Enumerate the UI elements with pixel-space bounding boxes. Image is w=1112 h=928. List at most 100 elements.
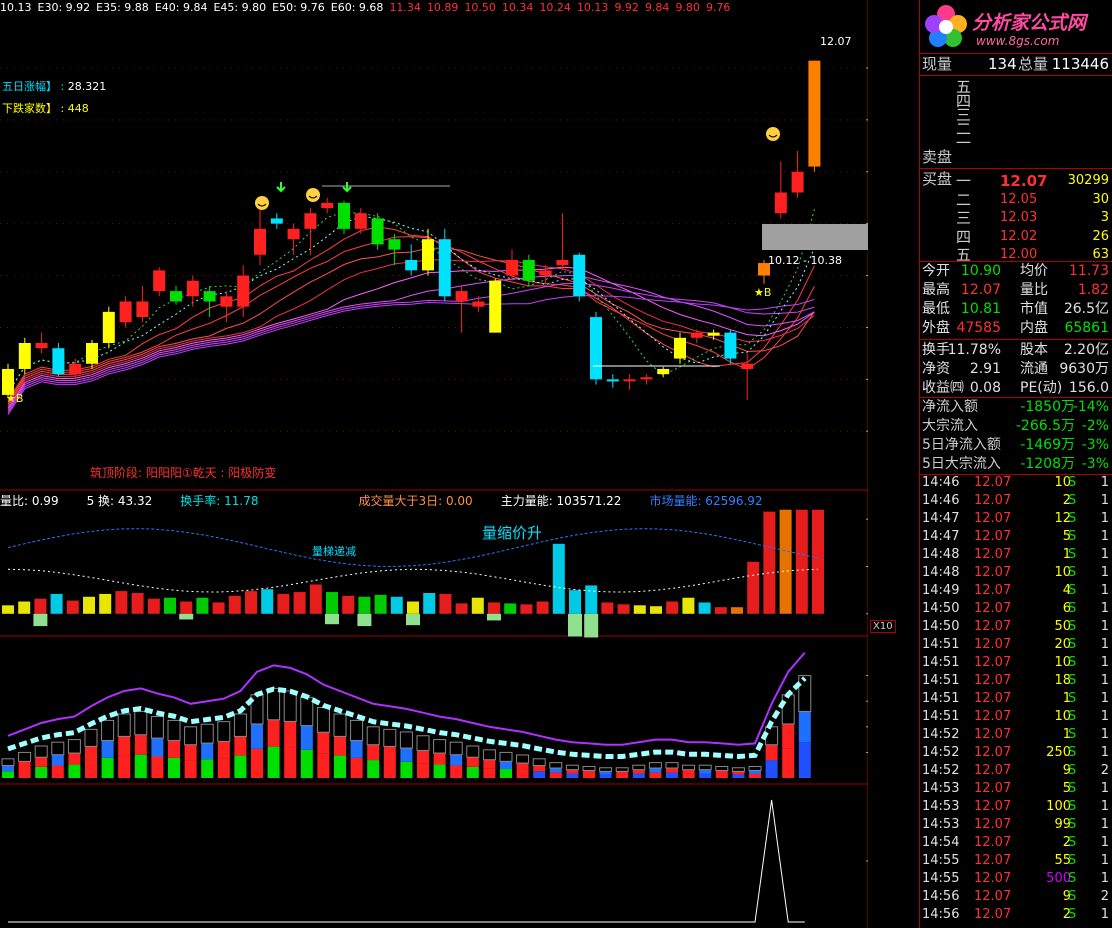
candle-body bbox=[690, 332, 703, 338]
indicator-topbar: 10.13 E30: 9.92 E35: 9.88 E40: 9.84 E45: 9.8… bbox=[0, 0, 860, 15]
range-label: 10.12 - 10.38 bbox=[768, 254, 842, 267]
osc-bar-mid bbox=[632, 769, 645, 774]
osc-bar-mid bbox=[334, 736, 346, 756]
flower-logo-icon bbox=[925, 5, 967, 47]
tick-row: 14:47 12.07 5 S 1 bbox=[922, 529, 1109, 544]
osc-bar-top bbox=[449, 741, 463, 756]
osc-bar-low bbox=[234, 755, 247, 778]
buy-level-row: 三 12.03 3 bbox=[956, 209, 1109, 227]
osc-bar-top bbox=[134, 710, 148, 736]
candle-body bbox=[304, 213, 317, 229]
volume-bar bbox=[439, 593, 452, 614]
osc-bar-mid bbox=[85, 746, 97, 761]
osc-bar-top bbox=[599, 767, 613, 772]
candle-body bbox=[136, 301, 149, 318]
osc-bar-mid bbox=[400, 748, 413, 762]
flow-row: 5日大宗流入 -1208万 -3% bbox=[922, 456, 1109, 472]
volume-bar bbox=[309, 584, 322, 614]
volume-bar bbox=[147, 598, 160, 614]
candle-body bbox=[808, 60, 821, 167]
osc-bar-low bbox=[367, 760, 380, 778]
osc-bar-mid bbox=[267, 719, 280, 747]
osc-bar-low bbox=[334, 755, 346, 778]
vol-info-item: 主力量能: 103571.22 bbox=[500, 494, 622, 508]
tick-row: 14:54 12.07 2 S 1 bbox=[922, 835, 1109, 850]
volume-bar bbox=[423, 592, 436, 614]
volume-bar bbox=[682, 597, 695, 614]
tick-row: 14:56 12.07 2 S 1 bbox=[922, 907, 1109, 922]
vol-ma-line-2 bbox=[7, 568, 819, 593]
osc-bar-low bbox=[2, 771, 14, 778]
candle-body bbox=[791, 171, 804, 193]
topbar-item: 10.24 bbox=[539, 1, 571, 14]
osc-bar-mid bbox=[649, 768, 662, 773]
topbar-item: 11.34 bbox=[389, 1, 421, 14]
osc-bar-top bbox=[549, 762, 563, 769]
osc-bar-mid bbox=[168, 740, 180, 758]
osc-bar-low bbox=[616, 774, 629, 778]
volume-bar bbox=[18, 601, 31, 614]
volume-bar bbox=[779, 509, 792, 614]
osc-bar-top bbox=[615, 767, 629, 772]
logo-url: www.8gs.com bbox=[976, 34, 1060, 48]
x10-badge: X10 bbox=[870, 620, 896, 633]
osc-bar-low bbox=[715, 773, 728, 778]
osc-bar-mid bbox=[300, 725, 313, 750]
osc-bar-mid bbox=[583, 770, 595, 774]
osc-bar-mid bbox=[350, 740, 363, 758]
osc-bar-mid bbox=[2, 765, 14, 772]
volume-bar bbox=[520, 604, 533, 614]
candle-body bbox=[102, 311, 115, 344]
vol-info-item: 成交量大于3日: 0.00 bbox=[358, 494, 473, 508]
osc-bar-mid bbox=[151, 738, 164, 757]
flow-row: 大宗流入 -266.5万 -2% bbox=[922, 418, 1109, 434]
volume-neg-bar bbox=[325, 613, 339, 625]
candle-body bbox=[338, 202, 350, 229]
candle-body bbox=[522, 259, 535, 281]
vol-text-2: 量梯递减 bbox=[312, 545, 356, 558]
candle-body bbox=[388, 239, 401, 250]
osc-bar-mid bbox=[317, 732, 330, 754]
osc-bar-low bbox=[765, 760, 778, 778]
osc-bar-top bbox=[433, 739, 447, 754]
topbar-item: 9.76 bbox=[705, 1, 731, 14]
volume-bar bbox=[196, 597, 209, 614]
osc-bar-mid bbox=[433, 753, 446, 765]
volume-bar bbox=[228, 595, 241, 614]
volume-neg-bar bbox=[584, 613, 599, 638]
osc-bar-low bbox=[267, 746, 280, 778]
osc-bar-low bbox=[516, 769, 529, 778]
volume-bar bbox=[585, 585, 598, 614]
volume-bar bbox=[731, 607, 743, 614]
osc-bar-top bbox=[233, 713, 247, 737]
osc-bar-mid bbox=[284, 721, 297, 748]
tick-row: 14:52 12.07 9 S 2 bbox=[922, 763, 1109, 778]
osc-bar-low bbox=[300, 749, 313, 778]
volume-bar bbox=[342, 595, 355, 614]
tick-row: 14:46 12.07 2 S 1 bbox=[922, 493, 1109, 508]
candle-body bbox=[287, 228, 300, 240]
osc-bar-mid bbox=[18, 761, 31, 770]
candle-body bbox=[86, 343, 98, 364]
osc-line bbox=[7, 651, 806, 746]
osc-bar-low bbox=[51, 765, 64, 778]
osc-bar-low bbox=[68, 764, 81, 778]
osc-bar-low bbox=[732, 774, 745, 778]
tick-row: 14:51 12.07 18 S 1 bbox=[922, 673, 1109, 688]
tick-row: 14:51 12.07 10 S 1 bbox=[922, 709, 1109, 724]
stat-row: 今开 10.90 均价 11.73 bbox=[922, 263, 1109, 279]
volume-neg-bar bbox=[568, 613, 582, 637]
volume-bar bbox=[34, 598, 47, 614]
high-price-label: 12.07 bbox=[820, 35, 852, 48]
osc-bar-mid bbox=[466, 757, 479, 767]
vol-info-item: 换手率: 11.78 bbox=[180, 494, 259, 508]
volume-row: 现量 134 总量 113446 bbox=[922, 55, 1109, 73]
candle-body bbox=[657, 368, 670, 375]
tick-row: 14:55 12.07 500 S 1 bbox=[922, 871, 1109, 886]
volume-bar bbox=[747, 561, 760, 614]
tick-row: 14:50 12.07 6 S 1 bbox=[922, 601, 1109, 616]
price-box bbox=[762, 224, 868, 250]
volume-bar bbox=[650, 606, 662, 614]
topbar-item: 10.89 bbox=[426, 1, 459, 14]
candle-body bbox=[405, 259, 418, 271]
